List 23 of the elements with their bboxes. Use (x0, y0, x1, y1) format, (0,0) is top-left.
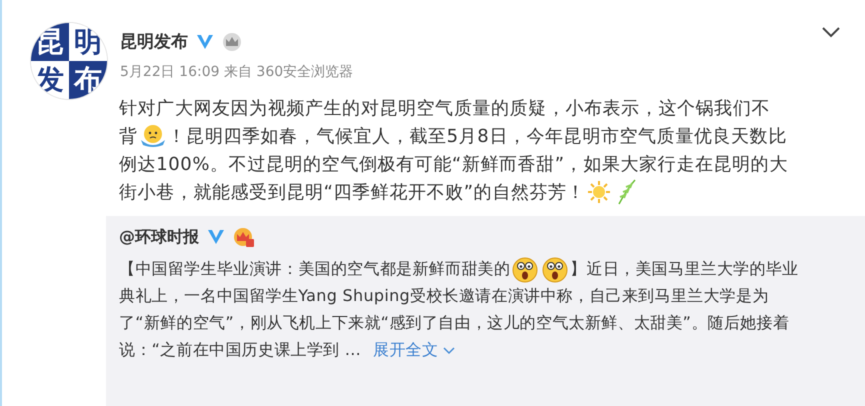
shrug-emoji-icon (140, 124, 166, 148)
post-text: 背 (119, 125, 138, 148)
post-text: 例达100%。不过昆明的空气倒极有可能“新鲜而香甜”，如果大家行走在昆明的大 (119, 153, 788, 176)
post-text: 针对广大网友因为视频产生的对昆明空气质量的质疑，小布表示，这个锅我们不 (119, 97, 770, 120)
expand-link[interactable]: 展开全文 (373, 340, 456, 361)
logo-character: 布 (69, 61, 107, 99)
repost-text: 典礼上，一名中国留学生Yang Shuping受校长邀请在演讲中称，自己来到马里兰大学是为 (119, 286, 769, 307)
repost-text: 说：“之前在中国历史课上学到 ... (119, 340, 362, 361)
caret-icon (442, 346, 456, 356)
repost-text: 【中国留学生毕业演讲：美国的空气都是新鲜而甜美的 (119, 259, 510, 280)
post-text: 街小巷，就能感受到昆明“四季鲜花开不败”的自然芬芳！ (119, 181, 586, 204)
crown-icon[interactable] (222, 32, 242, 52)
chevron-down-icon[interactable] (821, 26, 841, 38)
shocked-emoji-icon (512, 256, 538, 282)
crown-icon[interactable] (233, 226, 255, 248)
repost-text: 了“新鲜的空气”，刚从飞机上下来就“感到了自由，这儿的空气太新鲜、太甜美”。随后她接着 (119, 313, 790, 334)
repost-text: 】近日，美国马里兰大学的毕业 (570, 259, 798, 280)
author-name[interactable]: 昆明发布 (120, 30, 188, 53)
sun-icon (587, 180, 612, 204)
shocked-emoji-icon (542, 256, 568, 282)
post-text: ！昆明四季如春，气候宜人，截至5月8日，今年昆明市空气质量优良天数比 (168, 125, 787, 148)
repost-author[interactable]: @环球时报 (119, 226, 199, 248)
post-meta: 5月22日 16:09 来自 360安全浏览器 (120, 63, 354, 81)
